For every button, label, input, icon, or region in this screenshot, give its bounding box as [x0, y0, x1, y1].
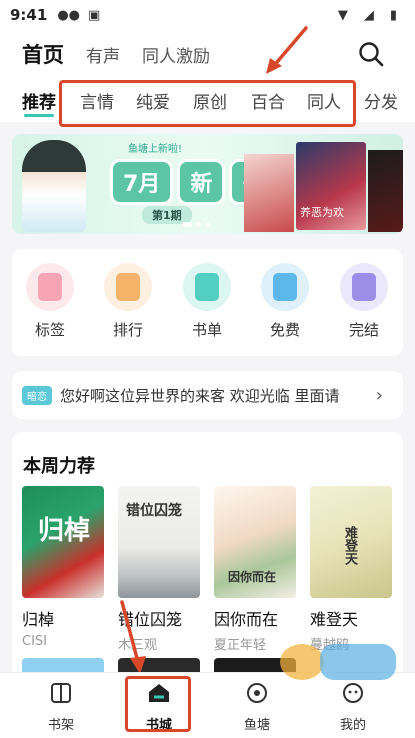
bookshelf-icon — [51, 683, 71, 703]
chevron-right-icon: › — [375, 385, 383, 406]
bottom-nav-label: 鱼塘 — [243, 718, 270, 733]
notice-tag: 暗恋 — [22, 385, 52, 405]
book-cover-text: 错位囚笼 — [126, 503, 182, 519]
finished-icon — [340, 263, 388, 311]
booklist-icon — [183, 263, 231, 311]
book-cover-text: 因你而在 — [228, 570, 277, 584]
banner-cover-1 — [244, 154, 294, 232]
free-icon — [261, 263, 309, 311]
annotation-arrow-icon — [266, 26, 308, 74]
banner-title-new: 新 — [177, 159, 226, 205]
banner-cover-2: 养恶为欢 — [296, 142, 366, 230]
entry-ranking[interactable]: 排行 — [98, 263, 158, 340]
annotation-arrow-icon — [120, 600, 146, 674]
notice-bar[interactable]: 暗恋 您好啊这位异世界的来客 欢迎光临 里面请 › — [12, 371, 403, 419]
bottom-nav-label: 我的 — [339, 718, 366, 733]
book-cover: 错位囚笼 — [118, 486, 200, 598]
entry-free[interactable]: 免费 — [255, 263, 315, 340]
entry-tags[interactable]: 标签 — [20, 263, 80, 340]
annotation-nav-box — [125, 676, 191, 732]
nav-home[interactable]: 首页 — [22, 39, 64, 69]
book-title: 因你而在 — [214, 610, 279, 629]
entry-finished[interactable]: 完结 — [334, 263, 394, 340]
banner-cover-3 — [368, 150, 403, 232]
quick-entry-panel: 标签 排行 书单 免费 完结 — [12, 249, 403, 356]
promo-banner[interactable]: 鱼塘上新啦! 7月 新 书 第1期 养恶为欢 — [12, 134, 403, 234]
annotation-tabs-box — [59, 80, 356, 127]
entry-label: 免费 — [269, 321, 300, 339]
entry-label: 排行 — [112, 321, 143, 339]
pond-icon — [247, 683, 267, 703]
wifi-icon: ▼ — [337, 7, 348, 23]
banner-tagline: 鱼塘上新啦! — [128, 144, 183, 155]
status-time: 9:41 — [10, 6, 48, 24]
notification-a-icon: ▣ — [88, 7, 101, 23]
status-bar: 9:41 ●● ▣ ▼ ◢ ▮ — [0, 0, 415, 30]
book-card[interactable]: 归棹 归棹 CISI — [22, 486, 104, 649]
book-title: 难登天 — [310, 610, 359, 629]
entry-label: 书单 — [191, 321, 222, 339]
top-nav: 首页 有声 同人激励 — [0, 30, 415, 78]
book-card[interactable]: 因你而在 因你而在 夏正年轻 — [214, 486, 296, 653]
banner-cover-text: 养恶为欢 — [300, 206, 344, 219]
banner-title-month: 7月 — [110, 159, 174, 205]
tab-recommend[interactable]: 推荐 — [22, 88, 56, 117]
book-cover: 归棹 — [22, 486, 104, 598]
notice-text: 您好啊这位异世界的来客 欢迎光临 里面请 — [60, 386, 340, 405]
bottom-nav-bookshelf[interactable]: 书架 — [26, 681, 96, 733]
entry-label: 标签 — [34, 321, 65, 339]
book-cover-text: 难登天 — [342, 526, 357, 565]
watermark-logo-icon — [280, 644, 396, 680]
tag-icon — [26, 263, 74, 311]
nav-audio[interactable]: 有声 — [86, 42, 120, 67]
entry-booklist[interactable]: 书单 — [177, 263, 237, 340]
book-card[interactable]: 难登天 难登天 蔓越鸥 — [310, 486, 392, 653]
nav-fanfic-incentive[interactable]: 同人激励 — [142, 42, 210, 67]
entry-label: 完结 — [348, 321, 379, 339]
banner-character-illustration — [22, 140, 86, 232]
book-title: 归棹 — [22, 610, 55, 629]
next-row-cover-peek — [22, 658, 104, 672]
book-cover-text: 归棹 — [38, 516, 91, 546]
book-cover: 难登天 — [310, 486, 392, 598]
ranking-icon — [104, 263, 152, 311]
bottom-nav-label: 书架 — [47, 718, 74, 733]
book-author: CISI — [22, 634, 47, 649]
wechat-icon: ●● — [57, 7, 80, 23]
banner-pagination — [182, 222, 210, 227]
search-icon[interactable] — [357, 40, 385, 68]
battery-icon: ▮ — [389, 7, 397, 23]
signal-icon: ◢ — [363, 7, 374, 23]
section-title: 本周力荐 — [23, 456, 95, 477]
tab-distribute[interactable]: 分发 — [364, 88, 398, 113]
book-cover: 因你而在 — [214, 486, 296, 598]
